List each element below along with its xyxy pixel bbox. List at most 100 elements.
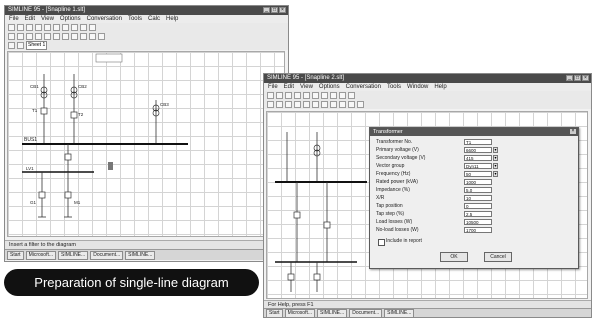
help-icon[interactable] <box>89 24 96 31</box>
busbar-icon[interactable] <box>17 33 24 40</box>
zoom-icon[interactable] <box>339 92 346 99</box>
field-input[interactable]: 10500 <box>464 219 492 225</box>
diagram-canvas[interactable]: BUS1 CB1 CB2 CB3 T1 T2 LV1 G1 M1 <box>7 51 285 237</box>
breaker-icon[interactable] <box>285 101 292 108</box>
undo-icon[interactable] <box>330 92 337 99</box>
maximize-button[interactable]: □ <box>271 7 278 13</box>
pointer-icon[interactable] <box>8 33 15 40</box>
taskbar-item-4[interactable]: SIMLINE... <box>125 250 156 260</box>
taskbar-item-1[interactable]: Microsoft... <box>25 250 57 260</box>
menu-view-2[interactable]: View <box>300 83 313 91</box>
cancel-button[interactable]: Cancel <box>484 252 512 262</box>
field-input[interactable]: Dyn11 <box>464 163 492 169</box>
open-folder-icon[interactable] <box>17 24 24 31</box>
menu-window-2[interactable]: Window <box>407 83 428 91</box>
save-icon[interactable] <box>26 24 33 31</box>
taskbar-item-3[interactable]: Document... <box>90 250 124 260</box>
status-bar: Insert a filter to the diagram <box>5 240 288 249</box>
single-line-diagram: BUS1 CB1 CB2 CB3 T1 T2 LV1 G1 M1 <box>22 53 188 218</box>
dropdown-arrow-icon[interactable]: ▾ <box>493 155 498 161</box>
maximize-button-2[interactable]: □ <box>574 75 581 81</box>
generator-icon[interactable] <box>303 101 310 108</box>
zoom-icon[interactable] <box>80 24 87 31</box>
taskbar-item-4-2[interactable]: SIMLINE... <box>384 308 415 317</box>
load-icon[interactable] <box>71 33 78 40</box>
minimize-button[interactable]: _ <box>263 7 270 13</box>
dropdown-arrow-icon[interactable]: ▾ <box>493 147 498 153</box>
menu-help-2[interactable]: Help <box>434 83 446 91</box>
load-icon[interactable] <box>330 101 337 108</box>
transformer-icon[interactable] <box>294 101 301 108</box>
field-input[interactable]: 50 <box>464 171 492 177</box>
copy-icon[interactable] <box>312 92 319 99</box>
sheet-tab[interactable]: Sheet 1 <box>26 41 47 50</box>
print-icon[interactable] <box>35 24 42 31</box>
paste-icon[interactable] <box>321 92 328 99</box>
fuse-icon[interactable] <box>80 33 87 40</box>
paste-icon[interactable] <box>62 24 69 31</box>
field-input[interactable]: 1000 <box>464 179 492 185</box>
menu-file-2[interactable]: File <box>268 83 278 91</box>
save-icon[interactable] <box>285 92 292 99</box>
menu-help[interactable]: Help <box>166 15 178 23</box>
cut-icon[interactable] <box>303 92 310 99</box>
new-file-icon[interactable] <box>8 24 15 31</box>
menu-edit[interactable]: Edit <box>25 15 35 23</box>
menu-conversation[interactable]: Conversation <box>87 15 122 23</box>
open-folder-icon[interactable] <box>276 92 283 99</box>
dialog-close-button[interactable]: × <box>570 129 576 134</box>
taskbar-item-2-2[interactable]: SIMLINE... <box>317 308 348 317</box>
include-report-checkbox[interactable] <box>378 239 385 246</box>
transformer-icon[interactable] <box>35 33 42 40</box>
menu-tools-2[interactable]: Tools <box>387 83 401 91</box>
help-icon[interactable] <box>348 92 355 99</box>
taskbar-item-1-2[interactable]: Microsoft... <box>284 308 316 317</box>
taskbar-item-3-2[interactable]: Document... <box>349 308 383 317</box>
motor-icon[interactable] <box>312 101 319 108</box>
cut-icon[interactable] <box>44 24 51 31</box>
switch-icon[interactable] <box>348 101 355 108</box>
motor-icon[interactable] <box>53 33 60 40</box>
breaker-icon[interactable] <box>26 33 33 40</box>
menu-view[interactable]: View <box>41 15 54 23</box>
close-button-2[interactable]: × <box>582 75 589 81</box>
menu-file[interactable]: File <box>9 15 19 23</box>
dropdown-arrow-icon[interactable]: ▾ <box>493 163 498 169</box>
layer-icon[interactable] <box>8 42 15 49</box>
switch-icon[interactable] <box>89 33 96 40</box>
field-input[interactable]: 5.0 <box>464 187 492 193</box>
fuse-icon[interactable] <box>339 101 346 108</box>
cable-icon[interactable] <box>321 101 328 108</box>
print-icon[interactable] <box>294 92 301 99</box>
text-icon[interactable] <box>357 101 364 108</box>
generator-icon[interactable] <box>44 33 51 40</box>
taskbar-item-2[interactable]: SIMLINE... <box>58 250 89 260</box>
menu-conversation-2[interactable]: Conversation <box>346 83 381 91</box>
field-input[interactable]: 415 <box>464 155 492 161</box>
menu-tools[interactable]: Tools <box>128 15 142 23</box>
field-input[interactable]: T1 <box>464 139 492 145</box>
field-input[interactable]: 2.5 <box>464 211 492 217</box>
field-input[interactable]: 1700 <box>464 227 492 233</box>
close-button[interactable]: × <box>279 7 286 13</box>
field-input[interactable]: 10 <box>464 195 492 201</box>
grid-icon[interactable] <box>17 42 24 49</box>
text-icon[interactable] <box>98 33 105 40</box>
busbar-icon[interactable] <box>276 101 283 108</box>
menu-options[interactable]: Options <box>60 15 81 23</box>
undo-icon[interactable] <box>71 24 78 31</box>
cable-icon[interactable] <box>62 33 69 40</box>
pointer-icon[interactable] <box>267 101 274 108</box>
field-input[interactable]: 6600 <box>464 147 492 153</box>
copy-icon[interactable] <box>53 24 60 31</box>
new-file-icon[interactable] <box>267 92 274 99</box>
menu-calc[interactable]: Calc <box>148 15 160 23</box>
menu-edit-2[interactable]: Edit <box>284 83 294 91</box>
taskbar-start-2[interactable]: Start <box>266 308 283 317</box>
dropdown-arrow-icon[interactable]: ▾ <box>493 171 498 177</box>
minimize-button-2[interactable]: _ <box>566 75 573 81</box>
menu-options-2[interactable]: Options <box>319 83 340 91</box>
taskbar-start[interactable]: Start <box>7 250 24 260</box>
field-input[interactable]: 0 <box>464 203 492 209</box>
ok-button[interactable]: OK <box>440 252 468 262</box>
